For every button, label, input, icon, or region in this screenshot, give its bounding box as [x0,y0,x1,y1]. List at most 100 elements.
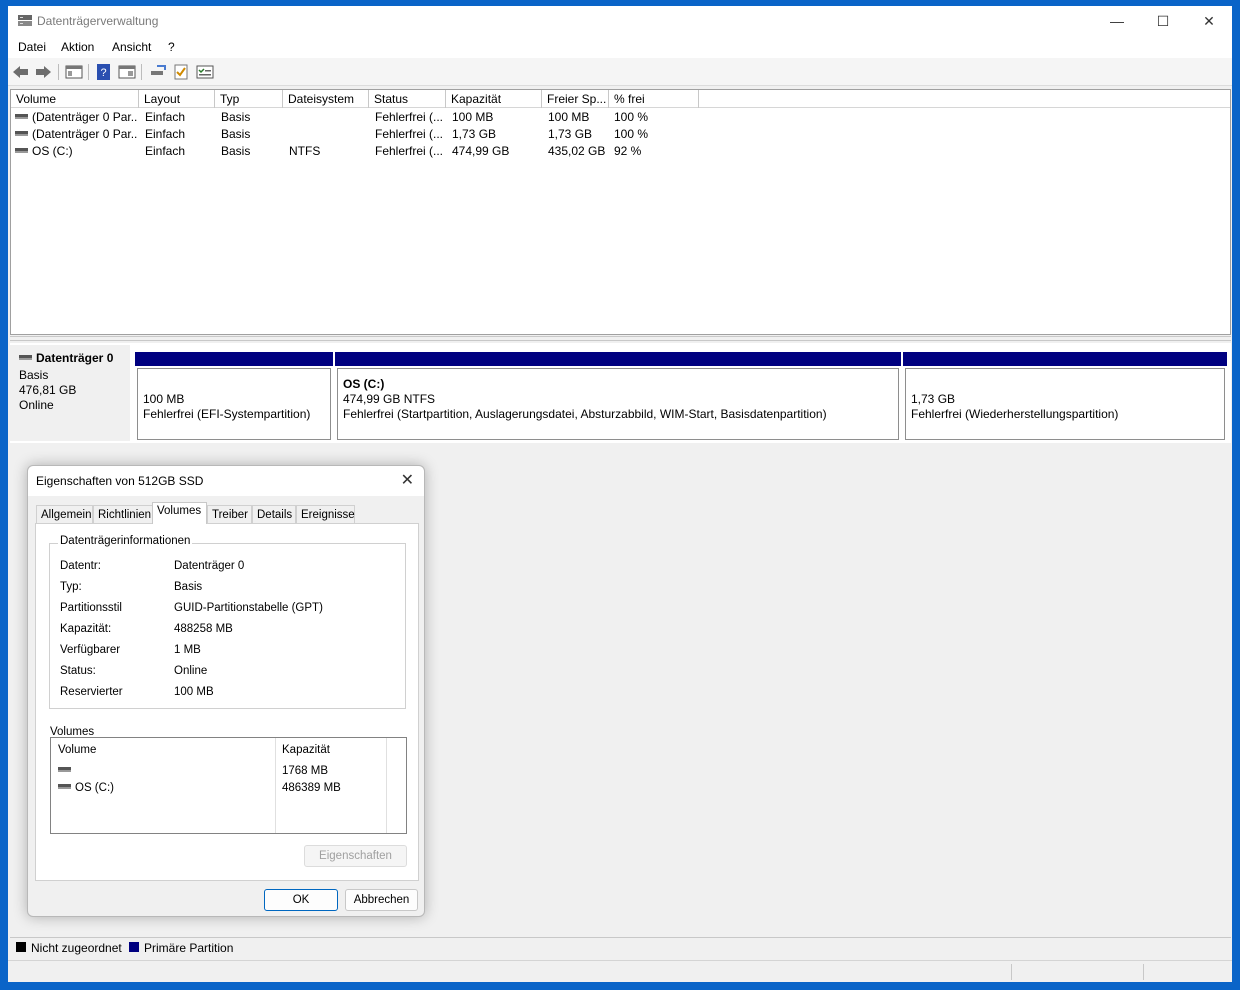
column-header-status[interactable]: Status [369,90,446,108]
list-item-capacity: 1768 MB [282,765,329,777]
column-header-kapazitaet[interactable]: Kapazität [446,90,542,108]
free-cell: 100 MB [548,110,590,124]
toolbar-separator [58,64,59,80]
volume-cell: (Datenträger 0 Par... [15,127,137,141]
partition-recovery[interactable]: 1,73 GB Fehlerfrei (Wiederherstellungspa… [903,352,1227,440]
ok-button[interactable]: OK [264,889,338,911]
volumes-header-volume[interactable]: Volume [58,744,96,756]
volumes-list[interactable]: Volume Kapazität 1768 MB OS (C:) 486389 … [50,737,407,834]
column-header-typ[interactable]: Typ [215,90,283,108]
pct-free-cell: 100 % [614,110,649,124]
volume-name: OS (C:) [32,144,73,158]
disk-state: Online [19,398,54,412]
column-header-freier-speicher[interactable]: Freier Sp... [542,90,609,108]
forward-arrow-icon[interactable] [34,64,52,80]
close-button[interactable]: ✕ [1186,6,1232,36]
volumes-tab-panel: Datenträgerinformationen Datentr: Datent… [35,523,419,881]
info-value: Datenträger 0 [174,560,245,572]
table-row[interactable]: OS (C:) Einfach Basis NTFS Fehlerfrei (.… [11,143,1230,160]
status-divider [1011,964,1012,980]
menu-bar: Datei Aktion Ansicht ? [8,36,1232,58]
pane-splitter[interactable] [10,336,1231,341]
partition-efi[interactable]: 100 MB Fehlerfrei (EFI-Systempartition) [135,352,333,440]
status-divider [1143,964,1144,980]
column-header-layout[interactable]: Layout [139,90,215,108]
column-header-volume[interactable]: Volume [11,90,139,108]
info-value: GUID-Partitionstabelle (GPT) [174,602,323,614]
toolbar-separator [88,64,89,80]
disk-size: 476,81 GB [19,383,77,397]
dialog-close-icon[interactable]: ✕ [401,470,414,490]
info-label: Kapazität: [60,623,112,635]
tab-ereignisse[interactable]: Ereignisse [296,505,355,524]
status-bar [8,960,1232,982]
info-value: 1 MB [174,644,201,656]
pct-free-cell: 92 % [614,144,642,158]
drive-icon [58,784,71,790]
legend-swatch-primary [129,942,139,952]
checklist-icon[interactable] [172,64,190,80]
free-cell: 1,73 GB [548,127,593,141]
partition-status: Fehlerfrei (EFI-Systempartition) [143,407,311,421]
typ-cell: Basis [221,110,251,124]
info-value: 488258 MB [174,623,233,635]
disk-label[interactable]: Datenträger 0 Basis 476,81 GB Online [10,345,130,441]
list-item-volume: OS (C:) [75,782,114,794]
info-label: Verfügbarer [60,644,121,656]
volume-cell: (Datenträger 0 Par... [15,110,137,124]
partition-title: OS (C:) [343,377,385,391]
volumes-header-capacity[interactable]: Kapazität [282,744,330,756]
disk-name-text: Datenträger 0 [36,351,114,365]
capacity-cell: 474,99 GB [452,144,510,158]
title-bar: Datenträgerverwaltung — ☐ ✕ [8,6,1232,36]
tab-treiber[interactable]: Treiber [207,505,252,524]
toolbar: ? [8,58,1232,86]
menu-aktion[interactable]: Aktion [61,40,94,54]
drive-icon [15,148,28,154]
status-cell: Fehlerfrei (... [375,110,444,124]
svg-text:?: ? [100,67,106,79]
group-title: Datenträgerinformationen [58,535,193,547]
partition-os[interactable]: OS (C:) 474,99 GB NTFS Fehlerfrei (Start… [335,352,901,440]
cancel-button[interactable]: Abbrechen [345,889,418,911]
maximize-button[interactable]: ☐ [1140,6,1186,36]
legend-label-unallocated: Nicht zugeordnet [31,941,122,955]
properties-view-icon[interactable] [118,64,136,80]
list-item[interactable] [58,765,75,777]
volume-table-header: Volume Layout Typ Dateisystem Status Kap… [11,90,1230,108]
volume-cell: OS (C:) [15,144,137,158]
help-icon[interactable]: ? [95,64,113,80]
menu-help[interactable]: ? [168,40,175,54]
tab-details[interactable]: Details [252,505,296,524]
disk-type: Basis [19,368,49,382]
menu-ansicht[interactable]: Ansicht [112,40,151,54]
table-row[interactable]: (Datenträger 0 Par... Einfach Basis Fehl… [11,126,1230,143]
column-header-prozent-frei[interactable]: % frei [609,90,699,108]
partition-status: Fehlerfrei (Startpartition, Auslagerungs… [343,407,827,421]
column-header-dateisystem[interactable]: Dateisystem [283,90,369,108]
disk-info-group: Datenträgerinformationen Datentr: Datent… [49,535,406,709]
capacity-cell: 100 MB [452,110,494,124]
tab-richtlinien[interactable]: Richtlinien [93,505,153,524]
drive-icon [15,131,28,137]
disk-management-icon [18,15,32,26]
partition-status: Fehlerfrei (Wiederherstellungspartition) [911,407,1119,421]
list-item[interactable]: OS (C:) [58,782,114,794]
volume-properties-button[interactable]: Eigenschaften [304,845,407,867]
minimize-button[interactable]: — [1094,6,1140,36]
properties-dialog: Eigenschaften von 512GB SSD ✕ Allgemein … [27,465,425,917]
table-row[interactable]: (Datenträger 0 Par... Einfach Basis Fehl… [11,109,1230,126]
column-divider [386,738,387,833]
back-arrow-icon[interactable] [12,64,30,80]
layout-cell: Einfach [145,110,186,124]
volume-name: (Datenträger 0 Par... [32,110,137,124]
drive-icon [15,114,28,120]
settings-list-icon[interactable] [196,64,214,80]
console-tree-icon[interactable] [65,64,83,80]
connect-icon[interactable] [149,64,167,80]
tab-allgemein[interactable]: Allgemein [36,505,93,524]
fs-cell: NTFS [289,144,321,158]
menu-datei[interactable]: Datei [18,40,46,54]
tab-volumes[interactable]: Volumes [152,502,207,524]
info-value: 100 MB [174,686,214,698]
